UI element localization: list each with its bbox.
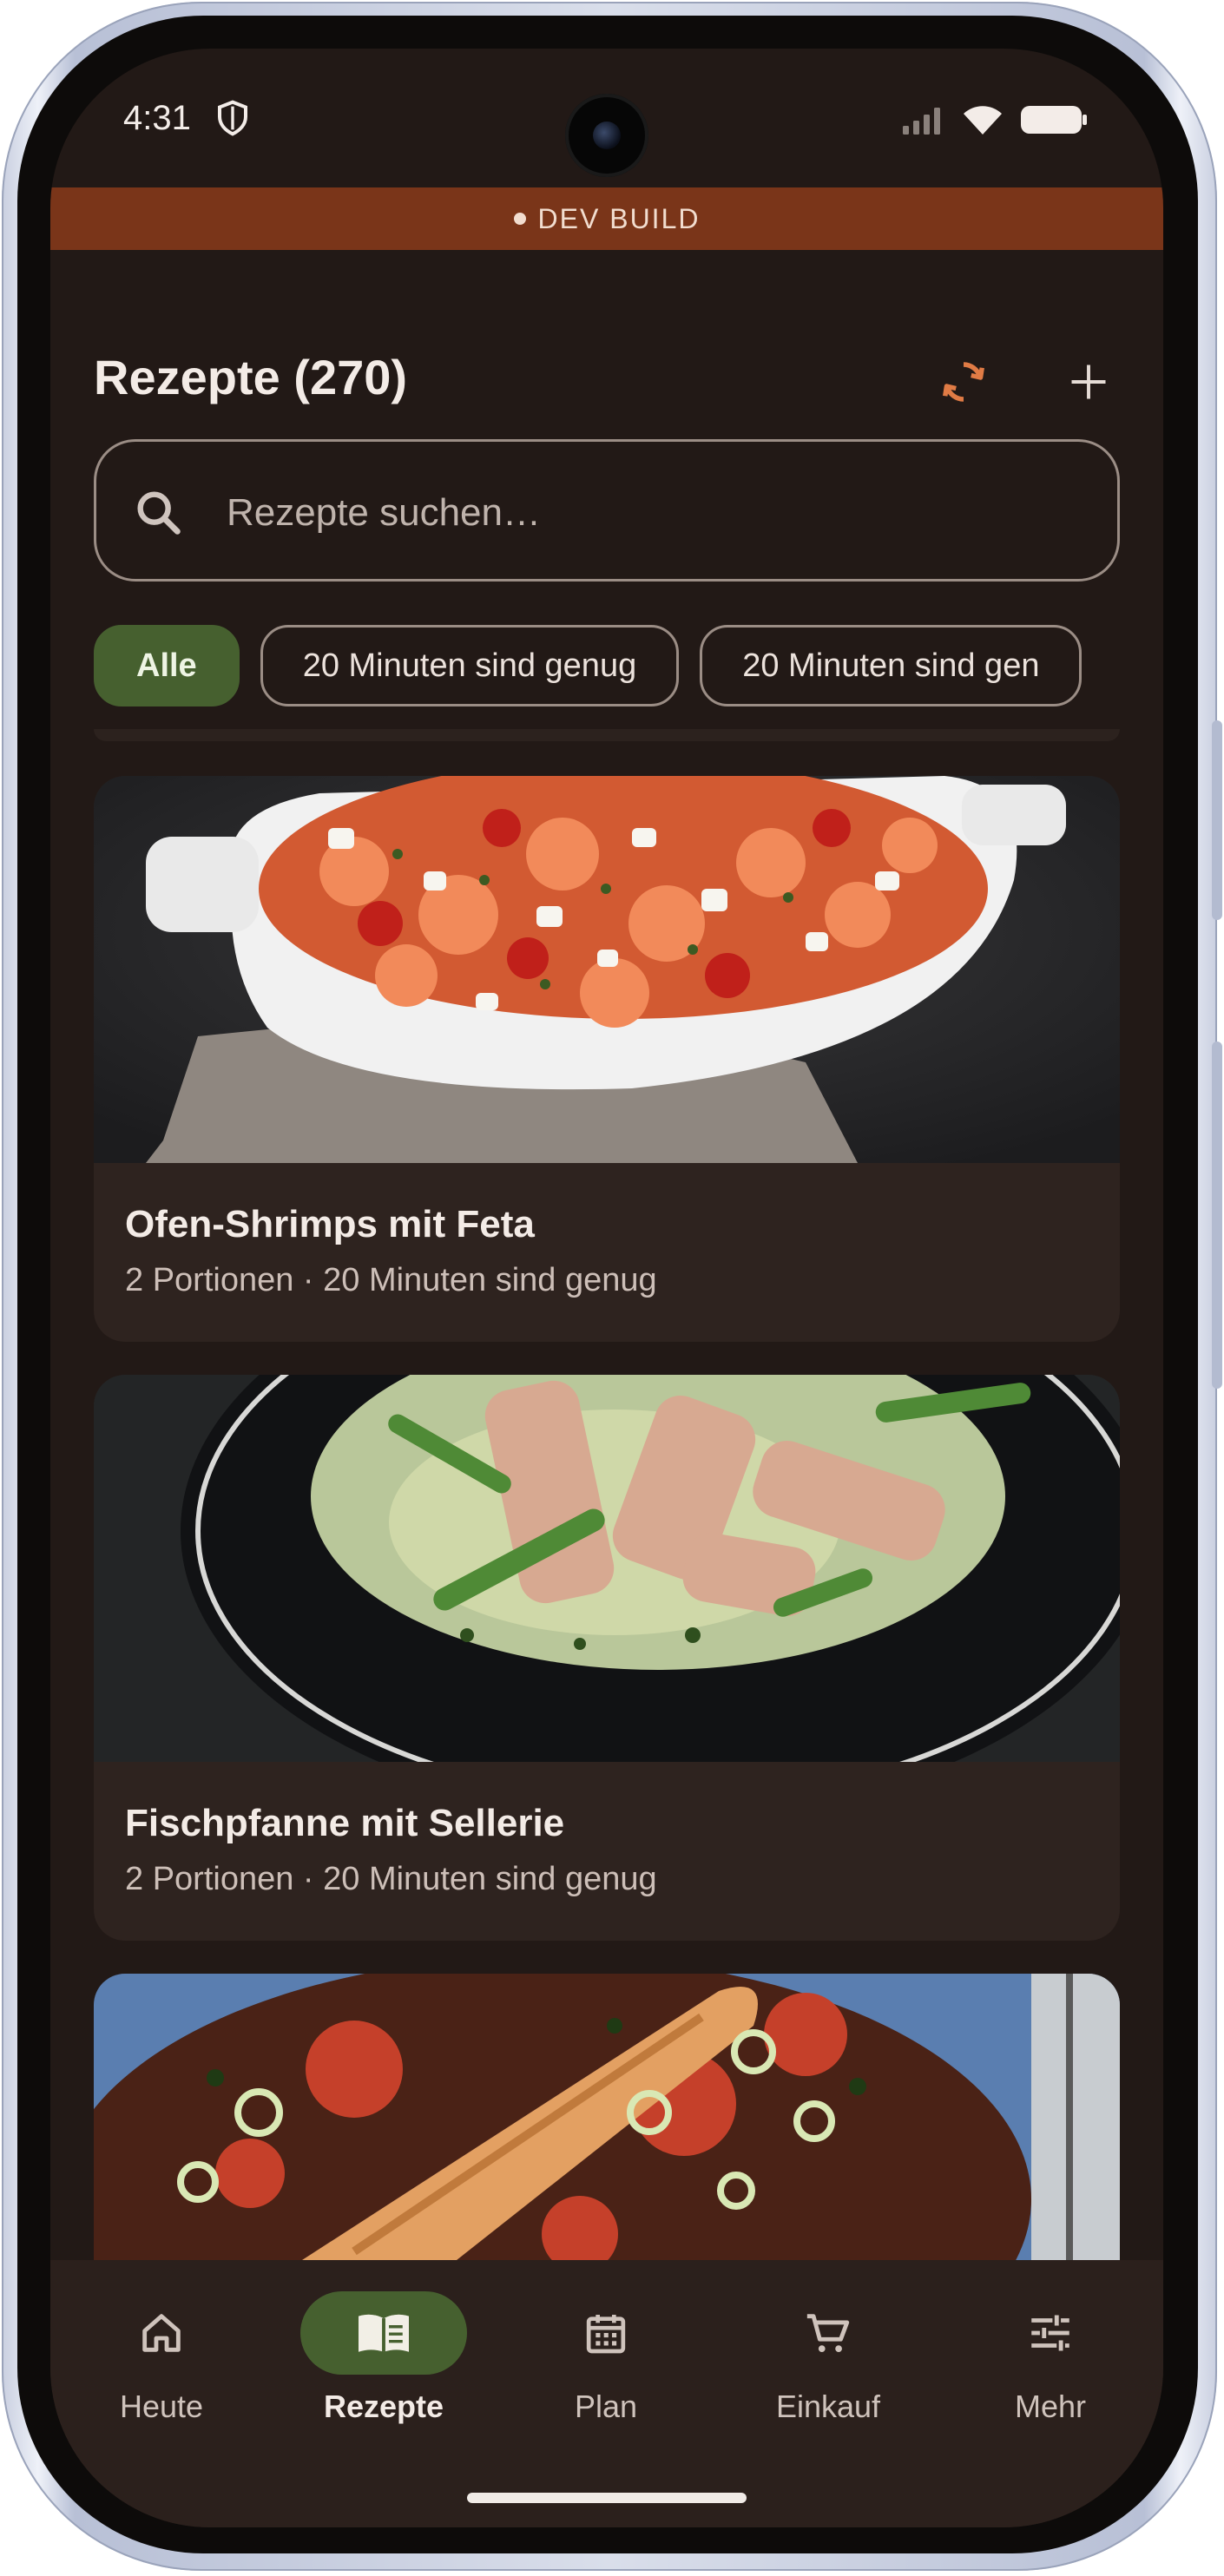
nav-label: Plan	[574, 2389, 638, 2424]
recipe-image	[94, 776, 1120, 1163]
nav-item-plan[interactable]: Plan	[495, 2260, 717, 2468]
status-icons	[901, 102, 1089, 137]
status-time: 4:31	[123, 99, 191, 137]
chip-20-minuten[interactable]: 20 Minuten sind genug	[260, 625, 680, 706]
dev-build-label: DEV BUILD	[537, 202, 701, 234]
nav-label: Heute	[119, 2389, 204, 2424]
filter-chips: Alle 20 Minuten sind genug 20 Minuten sind…	[94, 625, 1120, 712]
home-icon	[142, 2314, 181, 2352]
nav-label: Mehr	[1014, 2389, 1087, 2424]
screen: 4:31 DEV BUILD Rezepte (270) Rezepte suc…	[50, 49, 1163, 2527]
tune-icon	[1031, 2315, 1069, 2351]
dot-icon	[513, 213, 526, 225]
search-input[interactable]	[225, 473, 1079, 553]
nav-label: Einkauf	[775, 2389, 881, 2424]
nav-pill-active	[300, 2291, 467, 2375]
search-icon	[137, 491, 181, 535]
power-button	[1212, 1042, 1222, 1389]
sync-button[interactable]	[929, 347, 998, 417]
plus-icon	[1071, 365, 1106, 399]
add-recipe-button[interactable]	[1054, 347, 1123, 417]
cart-icon	[806, 2314, 850, 2352]
nav-item-einkauf[interactable]: Einkauf	[717, 2260, 939, 2468]
wifi-icon	[964, 106, 1002, 135]
dev-build-banner: DEV BUILD	[50, 187, 1163, 250]
nav-pill	[523, 2291, 689, 2375]
recipe-title: Ofen-Shrimps mit Feta	[125, 1203, 535, 1245]
recipe-title: Fischpfanne mit Sellerie	[125, 1802, 565, 1844]
chip-20-minuten-2[interactable]: 20 Minuten sind gen	[700, 625, 1083, 706]
home-indicator[interactable]	[467, 2493, 747, 2503]
signal-icon	[903, 108, 940, 135]
recipe-subtitle: 2 Portionen · 20 Minuten sind genug	[125, 1861, 657, 1897]
sync-icon	[943, 362, 984, 402]
volume-button	[1212, 720, 1222, 920]
recipe-subtitle: 2 Portionen · 20 Minuten sind genug	[125, 1262, 657, 1298]
list-top-edge	[94, 729, 1120, 741]
nav-pill	[78, 2291, 245, 2375]
nav-item-mehr[interactable]: Mehr	[939, 2260, 1161, 2468]
recipe-card[interactable]: Ofen-Shrimps mit Feta 2 Portionen · 20 M…	[94, 776, 1120, 1342]
recipe-image	[94, 1375, 1120, 1762]
front-camera	[565, 94, 648, 177]
book-icon	[359, 2314, 409, 2352]
page-title: Rezepte (270)	[94, 350, 408, 404]
calendar-icon	[586, 2315, 626, 2354]
recipe-card[interactable]: Fischpfanne mit Sellerie 2 Portionen · 2…	[94, 1375, 1120, 1941]
nav-label: Rezepte	[323, 2389, 444, 2424]
nav-item-heute[interactable]: Heute	[50, 2260, 273, 2468]
search-field[interactable]	[94, 439, 1120, 582]
shield-icon	[218, 100, 247, 136]
bottom-navigation: Heute Rezepte Plan Einkauf Mehr	[50, 2260, 1163, 2527]
nav-pill	[967, 2291, 1134, 2375]
battery-icon	[1021, 106, 1087, 134]
nav-pill	[745, 2291, 911, 2375]
nav-item-rezepte[interactable]: Rezepte	[273, 2260, 495, 2468]
chip-alle[interactable]: Alle	[94, 625, 240, 706]
